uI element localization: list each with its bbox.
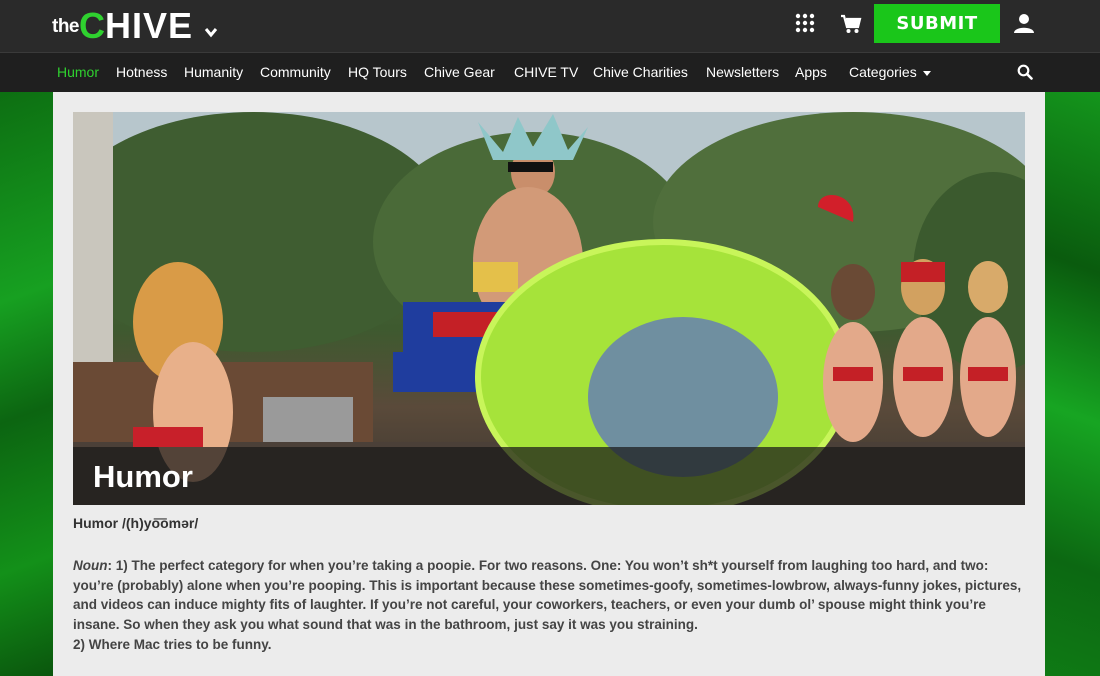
nav-item-newsletters[interactable]: Newsletters: [706, 53, 779, 92]
definition-term: Humor /(h)yo͞omər/: [73, 515, 199, 531]
definition-line-2: 2) Where Mac tries to be funny.: [73, 636, 272, 652]
nav-item-categories[interactable]: Categories: [849, 53, 931, 92]
chevron-down-icon[interactable]: [203, 25, 219, 39]
definition-body: : 1) The perfect category for when you’r…: [73, 558, 1022, 633]
caret-down-icon: [922, 70, 931, 76]
nav-item-humor[interactable]: Humor: [57, 53, 99, 92]
nav-item-community[interactable]: Community: [260, 53, 331, 92]
site-logo[interactable]: the C HIVE: [52, 6, 193, 44]
nav-item-hotness[interactable]: Hotness: [116, 53, 167, 92]
background-right-panel: [1045, 92, 1100, 676]
logo-hive: HIVE: [105, 5, 194, 46]
definition-noun-label: Noun: [73, 558, 108, 573]
hero-title: Humor: [93, 459, 193, 494]
user-icon[interactable]: [1013, 12, 1035, 34]
grid-icon[interactable]: [795, 13, 815, 33]
hero-banner[interactable]: Humor: [73, 112, 1025, 505]
nav-item-apps[interactable]: Apps: [795, 53, 827, 92]
logo-c: C: [79, 5, 105, 46]
nav-item-humanity[interactable]: Humanity: [184, 53, 243, 92]
nav-item-chive-charities[interactable]: Chive Charities: [593, 53, 688, 92]
logo-the: the: [52, 16, 80, 37]
nav-item-hq-tours[interactable]: HQ Tours: [348, 53, 407, 92]
background-left-panel: [0, 92, 53, 676]
nav-item-chive-gear[interactable]: Chive Gear: [424, 53, 495, 92]
categories-label: Categories: [849, 64, 917, 80]
cart-icon[interactable]: [840, 13, 862, 35]
top-header: the C HIVE SUBMIT: [0, 0, 1100, 53]
hero-caption-bar: Humor: [73, 447, 1025, 505]
nav-item-chive-tv[interactable]: CHIVE TV: [514, 53, 578, 92]
main-nav: Humor Hotness Humanity Community HQ Tour…: [0, 53, 1100, 92]
search-icon[interactable]: [1017, 64, 1033, 80]
submit-button[interactable]: SUBMIT: [874, 4, 1000, 43]
definition-text: Noun: 1) The perfect category for when y…: [73, 556, 1023, 655]
